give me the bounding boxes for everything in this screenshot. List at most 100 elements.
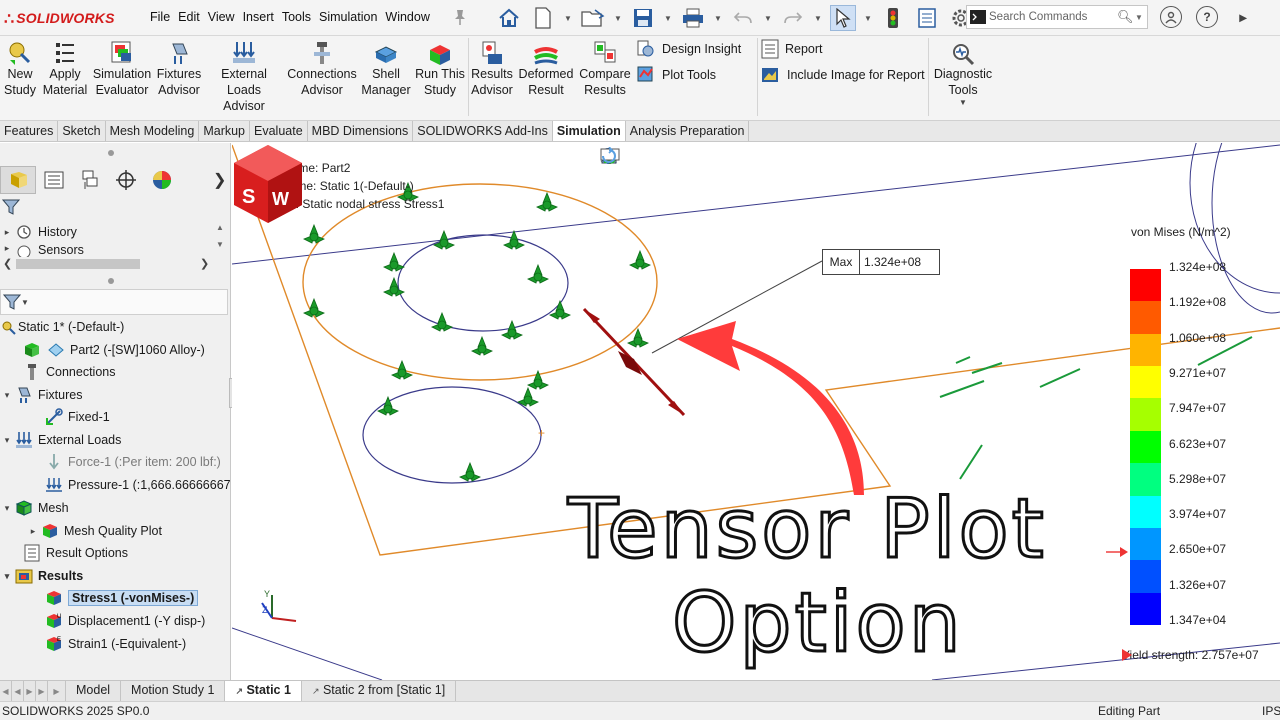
menu-tools[interactable]: Tools (278, 10, 315, 24)
collapse-arrow-icon[interactable]: ▾ (0, 571, 14, 582)
tab-static-2[interactable]: ↗ Static 2 from [Static 1] (302, 681, 457, 701)
connections-advisor-button[interactable]: Connections Advisor (287, 38, 357, 98)
open-folder-icon[interactable] (580, 5, 606, 31)
units-text[interactable]: IPS (1262, 704, 1280, 718)
tree-item-result-options[interactable]: Result Options (22, 542, 231, 564)
zoom-to-fit-icon[interactable] (601, 147, 650, 167)
chevron-down-icon[interactable]: ▼ (21, 298, 29, 307)
max-value-label[interactable]: Max 1.324e+08 (822, 249, 940, 275)
solidworks-logo[interactable]: ∴ SOLIDWORKS (4, 9, 115, 28)
shell-manager-button[interactable]: Shell Manager (360, 38, 412, 98)
new-document-icon[interactable] (530, 5, 556, 31)
expand-arrow-icon[interactable]: ▸ (26, 526, 40, 537)
results-advisor-button[interactable]: Results Advisor (470, 38, 514, 98)
chevron-down-icon[interactable]: ▼ (1135, 13, 1147, 22)
scroll-right-icon[interactable]: ❯ (200, 257, 209, 270)
tree-item-mesh-quality[interactable]: ▸ Mesh Quality Plot (26, 520, 231, 542)
menu-simulation[interactable]: Simulation (315, 10, 381, 24)
first-tab-icon[interactable]: ◀ (0, 681, 12, 701)
chevron-down-icon[interactable]: ▼ (564, 14, 572, 23)
filter-icon[interactable] (1, 198, 21, 219)
last-tab-icon[interactable]: ▶ (36, 681, 48, 701)
scroll-left-icon[interactable]: ❮ (3, 257, 12, 270)
prev-tab-icon[interactable]: ◀ (12, 681, 24, 701)
tree-item-displacement[interactable]: U Displacement1 (-Y disp-) (44, 610, 231, 632)
menu-window[interactable]: Window (381, 10, 433, 24)
run-this-study-button[interactable]: Run This Study (414, 38, 466, 98)
tree-scrollbar[interactable]: ▲ ▼ (216, 223, 228, 257)
compare-results-button[interactable]: Compare Results (578, 38, 632, 98)
select-pointer-icon[interactable] (830, 5, 856, 31)
tree-item-fixtures[interactable]: ▾ Fixtures (0, 384, 231, 406)
hide-show-icon[interactable] (600, 147, 846, 167)
view-orientation-cube-icon[interactable] (600, 147, 790, 167)
tree-item-force[interactable]: Force-1 (:Per item: 200 lbf:) (44, 451, 231, 473)
scroll-thumb[interactable] (16, 259, 140, 269)
help-icon[interactable]: ? (1196, 6, 1218, 28)
chevron-down-icon[interactable]: ▼ (714, 14, 722, 23)
include-image-button[interactable]: Include Image for Report (761, 64, 925, 86)
file-properties-icon[interactable] (914, 5, 940, 31)
tab-mbd-dimensions[interactable]: MBD Dimensions (308, 121, 414, 141)
expand-arrow-icon[interactable]: ▸ (0, 243, 14, 254)
display-manager-tab-icon[interactable] (144, 166, 180, 194)
property-manager-tab-icon[interactable] (36, 166, 72, 194)
rebuild-traffic-light-icon[interactable] (880, 5, 906, 31)
chevron-down-icon[interactable]: ▼ (764, 14, 772, 23)
tree-item-external-loads[interactable]: ▾ External Loads (0, 429, 231, 451)
tree-item-strain[interactable]: E Strain1 (-Equivalent-) (44, 633, 231, 655)
home-icon[interactable] (496, 5, 522, 31)
collapse-arrow-icon[interactable]: ▾ (0, 503, 14, 514)
view-settings-icon[interactable] (600, 147, 930, 167)
tree-item-mesh[interactable]: ▾ Mesh (0, 497, 231, 519)
tab-analysis-preparation[interactable]: Analysis Preparation (626, 121, 750, 141)
expand-arrow-icon[interactable]: ▸ (0, 227, 14, 238)
display-style-icon[interactable] (602, 147, 818, 167)
tab-mesh-modeling[interactable]: Mesh Modeling (106, 121, 200, 141)
graphics-area[interactable]: + Y Z Part2 Study name: Static 1(-Defaul… (232, 143, 1280, 680)
tab-simulation[interactable]: Simulation (552, 121, 626, 141)
next-tab-icon[interactable]: ▶ (24, 681, 36, 701)
undo-icon[interactable] (730, 5, 756, 31)
menu-file[interactable]: File (146, 10, 174, 24)
tree-item-fixed[interactable]: Fixed-1 (44, 406, 231, 428)
chevron-down-icon[interactable]: ▼ (864, 14, 872, 23)
tree-item-part[interactable]: Part2 (-[SW]1060 Alloy-) (22, 339, 231, 361)
dimxpert-tab-icon[interactable] (108, 166, 144, 194)
deformed-result-button[interactable]: Deformed Result (516, 38, 576, 98)
tree-item-study[interactable]: Static 1* (-Default-) (0, 316, 231, 338)
chevron-down-icon[interactable]: ▼ (814, 14, 822, 23)
tree-item-pressure[interactable]: Pressure-1 (:1,666.66666667 (44, 474, 231, 496)
scene-icon[interactable] (602, 147, 902, 167)
print-icon[interactable] (680, 5, 706, 31)
new-study-button[interactable]: New Study (2, 38, 38, 98)
expand-side-icon[interactable]: ▸ (1232, 6, 1254, 28)
tab-sketch[interactable]: Sketch (58, 121, 106, 141)
search-icon[interactable]: 🔍︎ (1117, 9, 1135, 25)
tab-motion-study-1[interactable]: Motion Study 1 (121, 681, 226, 701)
redo-icon[interactable] (780, 5, 806, 31)
user-account-icon[interactable] (1160, 6, 1182, 28)
report-button[interactable]: Report (761, 38, 823, 60)
horizontal-scrollbar[interactable]: ❮ ❯ (0, 257, 224, 271)
chevron-down-icon[interactable]: ▼ (932, 98, 994, 108)
tree-item-sensors[interactable]: ▸ Sensors (0, 243, 231, 257)
tree-item-connections[interactable]: Connections (22, 361, 231, 383)
tree-item-results[interactable]: ▾ Results (0, 565, 231, 587)
menu-insert[interactable]: Insert (239, 10, 278, 24)
dynamic-annotation-icon[interactable] (601, 147, 762, 167)
previous-view-icon[interactable] (600, 147, 706, 167)
menu-view[interactable]: View (204, 10, 239, 24)
search-commands-field[interactable]: Search Commands 🔍︎ ▼ (966, 5, 1148, 29)
tab-model[interactable]: Model (66, 681, 122, 701)
save-icon[interactable] (630, 5, 656, 31)
apply-material-button[interactable]: Apply Material (40, 38, 90, 98)
simulation-evaluator-button[interactable]: Simulation Evaluator (92, 38, 152, 98)
zoom-area-icon[interactable] (601, 147, 678, 167)
panel-grip[interactable] (108, 150, 114, 156)
more-tabs-icon[interactable]: ▶ (48, 681, 66, 701)
tree-item-history[interactable]: ▸ History (0, 221, 231, 243)
splitter-grip[interactable] (108, 278, 114, 284)
fixtures-advisor-button[interactable]: Fixtures Advisor (155, 38, 203, 98)
chevron-down-icon[interactable]: ▼ (614, 14, 622, 23)
